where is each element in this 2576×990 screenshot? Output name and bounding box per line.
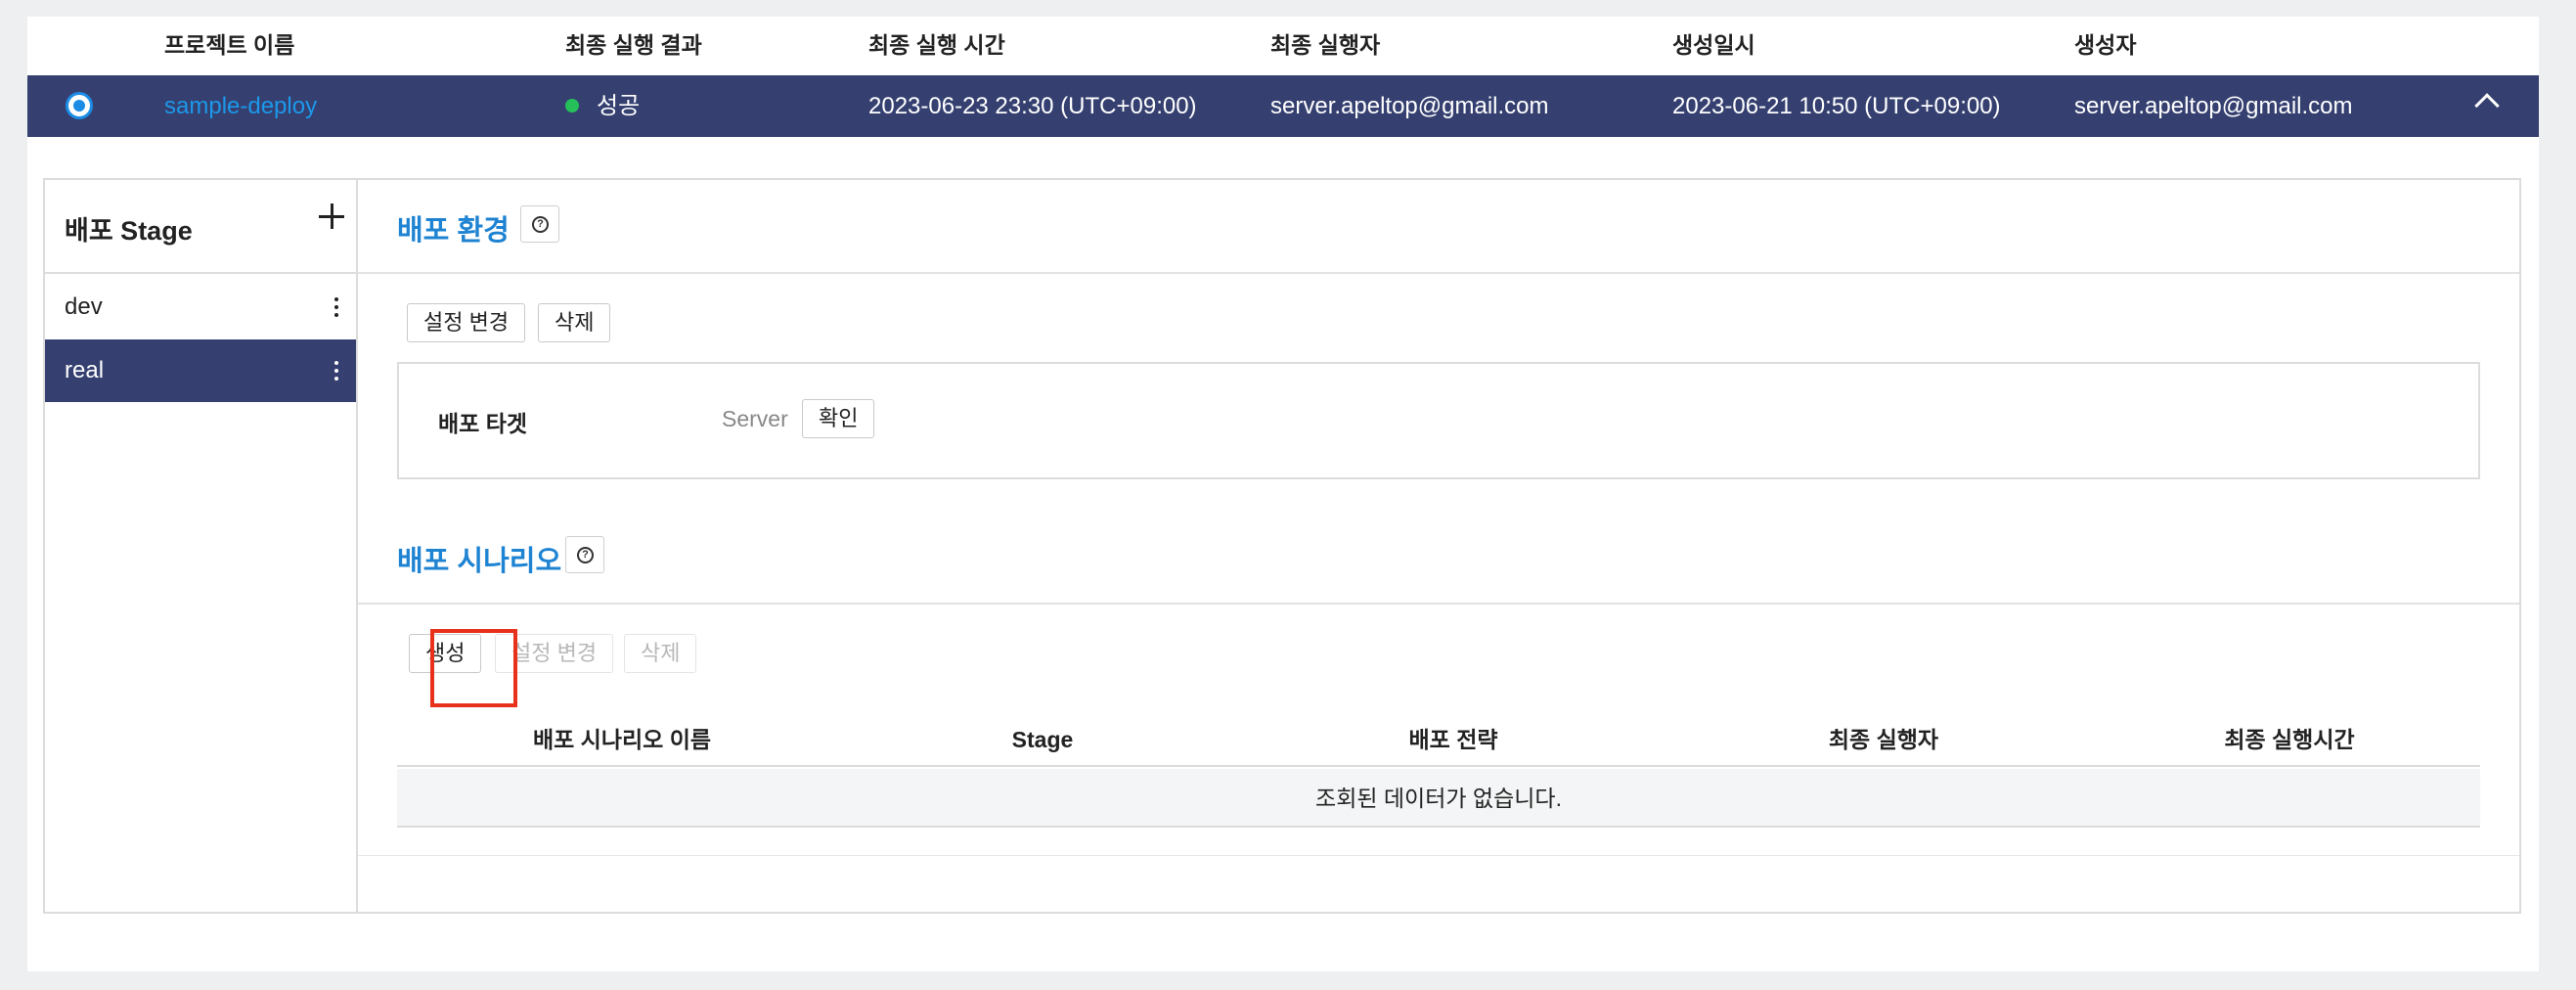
project-status: 성공 — [565, 75, 640, 137]
stage-item-label: dev — [65, 293, 103, 320]
deploy-target-box: 배포 타겟 Server 확인 — [397, 362, 2480, 479]
project-detail: 배포 Stage dev real 배포 환경 ? 설정 변경 삭제 배포 타겟 — [43, 178, 2521, 914]
column-last-run-time: 최종 실행시간 — [2224, 727, 2355, 752]
column-last-runner: 최종 실행자 — [1828, 727, 1939, 752]
project-radio-button[interactable] — [66, 92, 93, 119]
question-icon: ? — [577, 547, 594, 563]
deploy-target-label: 배포 타겟 — [438, 411, 528, 436]
project-last-runner: server.apeltop@gmail.com — [1270, 93, 1549, 119]
environment-edit-button[interactable]: 설정 변경 — [407, 303, 526, 342]
header-last-runner: 최종 실행자 — [1270, 32, 1381, 58]
environment-title: 배포 환경 — [397, 215, 510, 247]
divider — [358, 272, 2519, 274]
scenario-delete-button[interactable]: 삭제 — [624, 634, 697, 673]
stage-detail: 배포 환경 ? 설정 변경 삭제 배포 타겟 Server 확인 배포 시나리오… — [358, 180, 2519, 912]
confirm-button[interactable]: 확인 — [802, 399, 875, 438]
header-project-name: 프로젝트 이름 — [164, 32, 295, 58]
column-scenario-name: 배포 시나리오 이름 — [532, 727, 712, 752]
stage-item-real[interactable]: real — [45, 339, 356, 402]
project-table-header: 프로젝트 이름 최종 실행 결과 최종 실행 시간 최종 실행자 생성일시 생성… — [27, 17, 2539, 75]
header-creator: 생성자 — [2074, 32, 2137, 58]
kebab-menu-icon[interactable] — [334, 361, 338, 381]
scenario-table-header: 배포 시나리오 이름 Stage 배포 전략 최종 실행자 최종 실행시간 — [397, 712, 2480, 767]
environment-delete-button[interactable]: 삭제 — [538, 303, 611, 342]
divider — [358, 855, 2519, 856]
stage-sidebar: 배포 Stage dev real — [45, 180, 358, 912]
header-last-run-time: 최종 실행 시간 — [868, 32, 1005, 58]
deploy-target-value: Server — [722, 406, 788, 431]
add-stage-icon[interactable] — [317, 202, 346, 231]
empty-message: 조회된 데이터가 없습니다. — [397, 769, 2480, 828]
kebab-menu-icon[interactable] — [334, 297, 338, 317]
deploy-panel: 프로젝트 이름 최종 실행 결과 최종 실행 시간 최종 실행자 생성일시 생성… — [27, 17, 2539, 971]
header-created-at: 생성일시 — [1672, 32, 1755, 58]
project-created-at: 2023-06-21 10:50 (UTC+09:00) — [1672, 93, 2001, 119]
stage-sidebar-title: 배포 Stage — [65, 216, 193, 246]
project-last-run-time: 2023-06-23 23:30 (UTC+09:00) — [868, 93, 1197, 119]
environment-help-button[interactable]: ? — [520, 205, 559, 243]
column-stage: Stage — [1011, 727, 1074, 752]
scenario-title: 배포 시나리오 — [397, 546, 562, 577]
question-icon: ? — [532, 216, 549, 233]
project-creator: server.apeltop@gmail.com — [2074, 93, 2353, 119]
project-name-link[interactable]: sample-deploy — [164, 75, 317, 137]
status-success-dot — [565, 98, 579, 112]
chevron-up-icon[interactable] — [2474, 93, 2500, 118]
divider — [358, 603, 2519, 605]
stage-sidebar-header: 배포 Stage — [45, 180, 356, 274]
project-row-selected[interactable]: sample-deploy 성공 2023-06-23 23:30 (UTC+0… — [27, 75, 2539, 137]
create-button-highlight — [430, 629, 517, 707]
project-status-label: 성공 — [597, 93, 641, 119]
column-strategy: 배포 전략 — [1408, 727, 1498, 752]
stage-item-label: real — [65, 357, 105, 383]
stage-item-dev[interactable]: dev — [45, 276, 356, 338]
header-last-result: 최종 실행 결과 — [565, 32, 702, 58]
scenario-help-button[interactable]: ? — [565, 536, 604, 573]
